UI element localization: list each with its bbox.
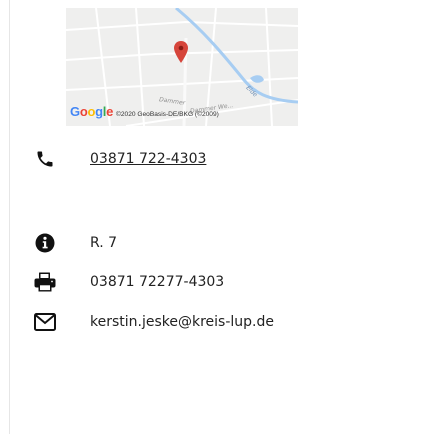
room-row: R. 7 [32,231,117,255]
printer-icon [32,270,58,294]
phone-icon [32,147,58,171]
room-number: R. 7 [90,235,118,251]
phone-row: 03871 722-4303 [32,147,206,171]
email-address[interactable]: kerstin.jeske@kreis-lup.de [90,314,274,330]
location-map[interactable]: Dammer Dammer We... Elde Google ©2020 Ge… [66,8,298,126]
fax-number: 03871 72277-4303 [90,274,225,290]
fax-row: 03871 72277-4303 [32,270,224,294]
google-logo[interactable]: Google [70,104,113,119]
email-row: kerstin.jeske@kreis-lup.de [32,310,274,334]
phone-link[interactable]: 03871 722-4303 [90,151,206,167]
map-pin-icon[interactable] [174,41,188,63]
map-attribution: Google ©2020 GeoBasis-DE/BKG (©2009) [70,104,219,119]
left-divider [9,0,10,434]
envelope-icon [32,310,58,334]
info-icon [32,231,58,255]
map-copyright: ©2020 GeoBasis-DE/BKG (©2009) [116,111,219,118]
